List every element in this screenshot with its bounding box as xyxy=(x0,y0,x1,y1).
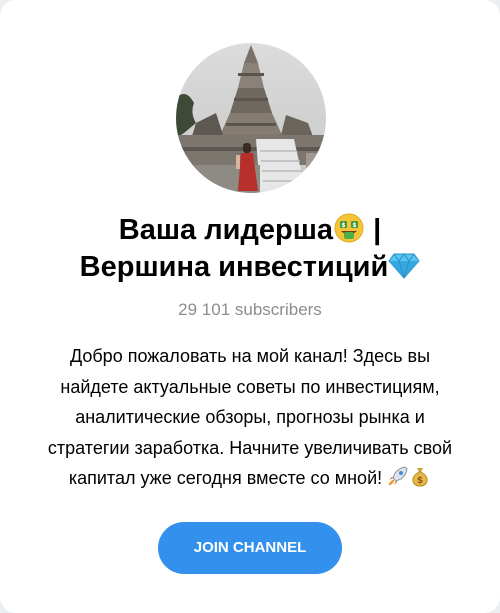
title-separator: | xyxy=(365,214,382,246)
svg-text:$: $ xyxy=(341,222,345,229)
join-channel-button[interactable]: JOIN CHANNEL xyxy=(158,522,342,574)
description-line: аналитические обзоры, прогнозы рынка и xyxy=(75,407,425,427)
rocket-icon xyxy=(388,466,408,486)
gem-icon xyxy=(388,253,420,280)
title-line-1: Ваша лидерша xyxy=(118,214,334,246)
subscriber-count: 29 101 subscribers xyxy=(178,300,322,319)
description-line: капитал уже сегодня вместе со мной! xyxy=(68,468,383,488)
money-bag-icon: $ xyxy=(412,468,428,487)
channel-title: Ваша лидерша $ $ | Вершина инвестиций xyxy=(30,212,470,286)
description-line: найдете актуальные советы по инвестициям… xyxy=(60,376,440,397)
channel-description: Добро пожаловать на мой канал! Здесь вы … xyxy=(30,341,470,494)
money-mouth-face-icon: $ $ xyxy=(334,213,364,243)
description-line: Добро пожаловать на мой канал! Здесь вы xyxy=(69,346,431,366)
channel-avatar xyxy=(176,43,326,193)
description-line: стратегии заработка. Начните увеличивать… xyxy=(47,437,453,458)
temple-photo xyxy=(176,43,326,193)
svg-text:$: $ xyxy=(417,476,423,486)
channel-preview-card: Ваша лидерша $ $ | Вершина инвестиций 29… xyxy=(0,0,500,613)
svg-text:$: $ xyxy=(352,222,356,229)
title-line-2: Вершина инвестиций xyxy=(79,251,389,283)
